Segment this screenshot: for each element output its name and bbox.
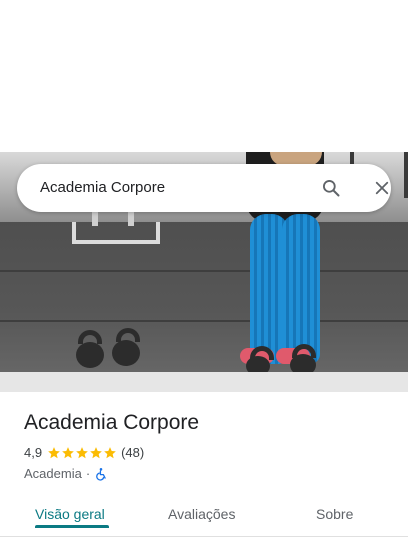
tabs-divider [0, 536, 408, 537]
review-count[interactable]: (48) [121, 445, 144, 460]
photo-rack [72, 222, 160, 244]
category-row: Academia · [24, 466, 108, 481]
tab-avaliacoes[interactable]: Avaliações [168, 506, 235, 522]
active-tab-indicator [35, 525, 109, 528]
wheelchair-icon [96, 467, 106, 481]
star-icon [48, 446, 60, 458]
photo-kettlebell [76, 342, 104, 368]
star-icon [104, 446, 116, 458]
rating-value: 4,9 [24, 445, 43, 460]
search-icon[interactable] [319, 176, 343, 200]
place-info-panel: Academia Corpore 4,9 (48) Academia · Vis… [0, 392, 408, 544]
maps-place-sheet: Academia Corpore Academia Corpore 4,9 (4… [0, 0, 408, 544]
photo-floor [0, 222, 408, 372]
photo-floor-seam [0, 320, 408, 322]
close-icon[interactable] [370, 176, 394, 200]
star-icon [62, 446, 74, 458]
photo-person-leg [282, 214, 320, 364]
search-box[interactable]: Academia Corpore [17, 164, 391, 212]
search-input[interactable]: Academia Corpore [40, 179, 165, 196]
separator-dot: · [85, 466, 91, 481]
photo-kettlebell [112, 340, 140, 366]
place-tabs: Visão geral Avaliações Sobre [0, 500, 408, 536]
photo-floor-seam [0, 270, 408, 272]
tab-visao-geral[interactable]: Visão geral [35, 506, 105, 522]
star-rating [47, 446, 117, 460]
place-title: Academia Corpore [24, 411, 200, 434]
photo-bottom-strip [0, 372, 408, 392]
place-category: Academia [24, 466, 82, 481]
rating-row[interactable]: 4,9 (48) [24, 445, 144, 460]
tab-sobre[interactable]: Sobre [316, 506, 353, 522]
star-icon [90, 446, 102, 458]
star-icon [76, 446, 88, 458]
